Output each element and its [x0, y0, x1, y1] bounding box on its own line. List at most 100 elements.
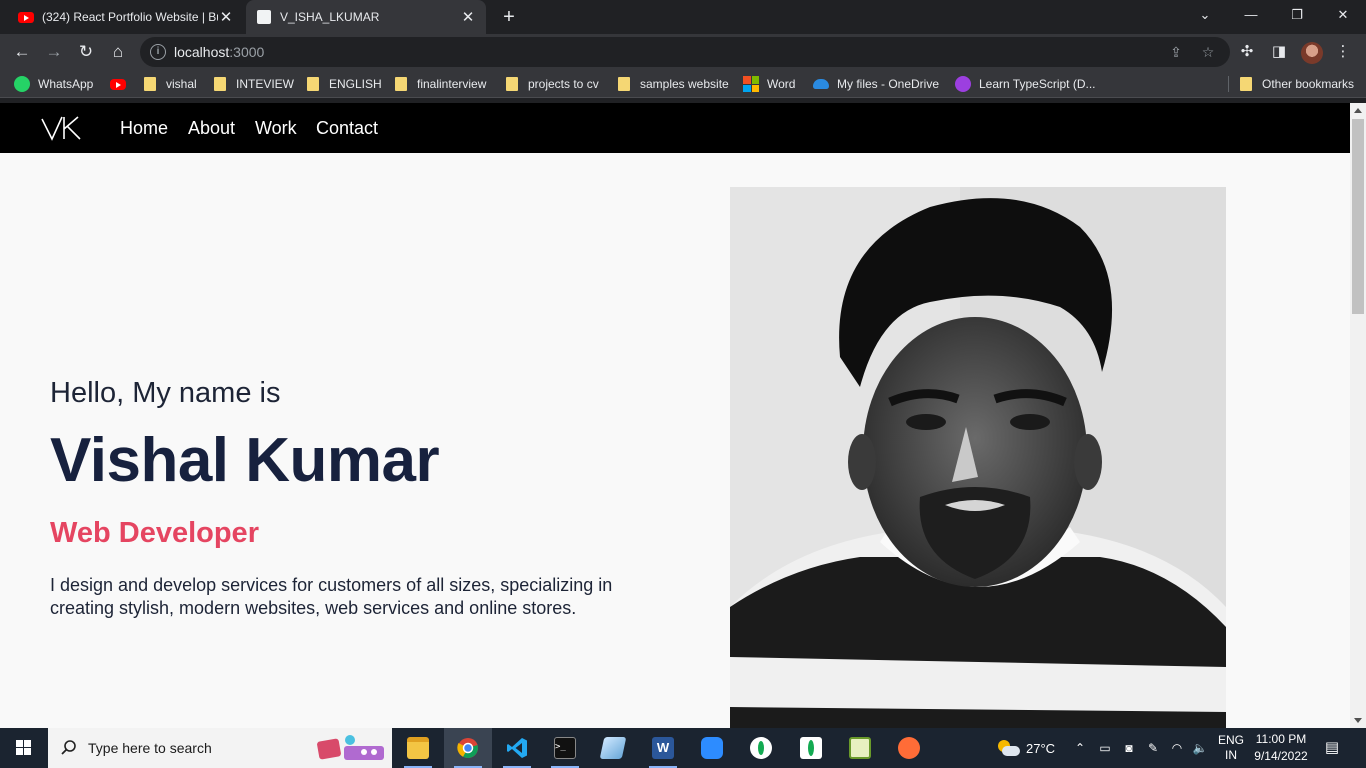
bookmark-finalinterview[interactable]: finalinterview	[395, 75, 486, 93]
chrome-icon	[457, 738, 478, 759]
terminal-icon: >_	[554, 737, 576, 759]
word-icon: W	[652, 737, 674, 759]
bookmark-inteview[interactable]: INTEVIEW	[214, 75, 294, 93]
taskbar-search[interactable]: Type here to search	[48, 728, 392, 768]
weather-widget[interactable]: 27°C	[996, 728, 1055, 768]
postman-button[interactable]	[885, 728, 933, 768]
minimize-button[interactable]: —	[1228, 0, 1274, 30]
webcam-icon[interactable]: ◙	[1121, 740, 1137, 756]
tab-youtube[interactable]: (324) React Portfolio Website | Bu ✕	[8, 0, 244, 34]
chart-app-icon	[849, 737, 871, 759]
file-explorer-button[interactable]	[394, 728, 442, 768]
nav-home[interactable]: Home	[120, 118, 168, 139]
svg-text:VK: VK	[40, 113, 42, 114]
bookmark-english[interactable]: ENGLISH	[307, 75, 382, 93]
scrollbar-thumb[interactable]	[1352, 119, 1364, 314]
close-window-button[interactable]: ✕	[1320, 0, 1366, 30]
typescript-icon	[955, 76, 971, 92]
scroll-up-arrow-icon[interactable]	[1354, 108, 1362, 113]
mongodb-compass-button[interactable]	[737, 728, 785, 768]
wifi-icon[interactable]: ◠	[1169, 740, 1185, 756]
hero-description: I design and develop services for custom…	[50, 575, 613, 618]
region-code: IN	[1225, 748, 1237, 762]
sheets-app-button[interactable]	[836, 728, 884, 768]
bookmark-learn-typescript[interactable]: Learn TypeScript (D...	[955, 75, 1096, 93]
start-button[interactable]	[0, 728, 48, 768]
nav-about[interactable]: About	[188, 118, 235, 139]
restore-button[interactable]: ❐	[1274, 0, 1320, 30]
reload-button[interactable]: ↻	[72, 38, 100, 66]
scroll-down-arrow-icon[interactable]	[1354, 718, 1362, 723]
onedrive-icon	[813, 79, 829, 89]
weather-temp: 27°C	[1026, 740, 1056, 756]
notifications-icon[interactable]: ▤	[1324, 740, 1340, 756]
hero-greeting: Hello, My name is	[50, 377, 281, 409]
home-button[interactable]: ⌂	[104, 38, 132, 66]
bookmark-samples-website[interactable]: samples website	[618, 75, 729, 93]
bookmark-onedrive[interactable]: My files - OneDrive	[813, 75, 939, 93]
volume-icon[interactable]: 🔈	[1192, 740, 1208, 756]
page-scrollbar[interactable]	[1350, 103, 1366, 728]
new-tab-button[interactable]: +	[498, 6, 520, 28]
folder-icon	[407, 737, 429, 759]
bookmark-whatsapp[interactable]: WhatsApp	[14, 75, 93, 93]
tab-portfolio[interactable]: V_ISHA_LKUMAR ✕	[246, 0, 486, 34]
address-bar[interactable]: i localhost:3000 ⇪ ☆	[140, 37, 1230, 67]
zoom-icon	[701, 737, 723, 759]
close-icon[interactable]: ✕	[460, 8, 476, 26]
browser-toolbar: ← → ↻ ⌂ i localhost:3000 ⇪ ☆ ✣ ◨ ⋮	[0, 34, 1366, 70]
address-url[interactable]: localhost:3000	[174, 44, 264, 60]
tab-search-button[interactable]: ⌄	[1182, 0, 1228, 30]
language-indicator[interactable]: ENG IN	[1214, 728, 1248, 768]
profile-avatar[interactable]	[1301, 42, 1323, 64]
chevron-up-icon[interactable]: ⌃	[1072, 740, 1088, 756]
page-icon	[256, 9, 272, 25]
extensions-icon[interactable]: ✣	[1236, 42, 1258, 62]
microsoft-icon	[743, 76, 759, 92]
folder-icon	[506, 77, 518, 91]
battery-icon[interactable]: ▭	[1097, 740, 1113, 756]
back-button[interactable]: ←	[8, 38, 36, 66]
nav-contact[interactable]: Contact	[316, 118, 378, 139]
clock[interactable]: 11:00 PM 9/14/2022	[1252, 728, 1310, 768]
other-bookmarks[interactable]: Other bookmarks	[1240, 75, 1354, 93]
info-icon[interactable]: i	[150, 44, 166, 60]
star-icon[interactable]: ☆	[1198, 42, 1218, 62]
pen-icon[interactable]: ✎	[1145, 740, 1161, 756]
menu-icon[interactable]: ⋮	[1332, 42, 1354, 62]
folder-icon	[214, 77, 226, 91]
search-placeholder: Type here to search	[88, 740, 212, 756]
vscode-icon	[507, 738, 527, 758]
vscode-button[interactable]	[493, 728, 541, 768]
tab-title: V_ISHA_LKUMAR	[280, 10, 380, 24]
cloud-sun-icon	[996, 740, 1020, 756]
whatsapp-icon	[14, 76, 30, 92]
bookmarks-divider	[1228, 76, 1229, 92]
forward-button[interactable]: →	[40, 38, 68, 66]
terminal-button[interactable]: >_	[541, 728, 589, 768]
site-logo[interactable]: VK	[40, 113, 82, 143]
folder-icon	[144, 77, 156, 91]
page-content: VK Home About Work Contact Hello, My nam…	[0, 103, 1350, 728]
folder-icon	[307, 77, 319, 91]
chrome-button[interactable]	[444, 728, 492, 768]
notes-app-button[interactable]	[589, 728, 637, 768]
mongodb-button[interactable]	[787, 728, 835, 768]
profile-photo	[730, 187, 1226, 728]
clock-date: 9/14/2022	[1254, 749, 1308, 763]
close-icon[interactable]: ✕	[218, 8, 234, 26]
site-navbar: VK Home About Work Contact	[0, 103, 1350, 153]
side-panel-icon[interactable]: ◨	[1268, 42, 1290, 62]
zoom-button[interactable]	[688, 728, 736, 768]
word-button[interactable]: W	[639, 728, 687, 768]
bookmark-youtube[interactable]	[110, 75, 134, 93]
nav-work[interactable]: Work	[255, 118, 297, 139]
youtube-icon	[18, 9, 34, 25]
folder-icon	[618, 77, 630, 91]
bookmark-word[interactable]: Word	[743, 75, 795, 93]
bookmark-vishal[interactable]: vishal	[144, 75, 197, 93]
tab-strip: (324) React Portfolio Website | Bu ✕ V_I…	[0, 0, 1366, 34]
bookmark-projects-to-cv[interactable]: projects to cv	[506, 75, 599, 93]
notes-icon	[599, 737, 627, 759]
share-icon[interactable]: ⇪	[1166, 42, 1186, 62]
